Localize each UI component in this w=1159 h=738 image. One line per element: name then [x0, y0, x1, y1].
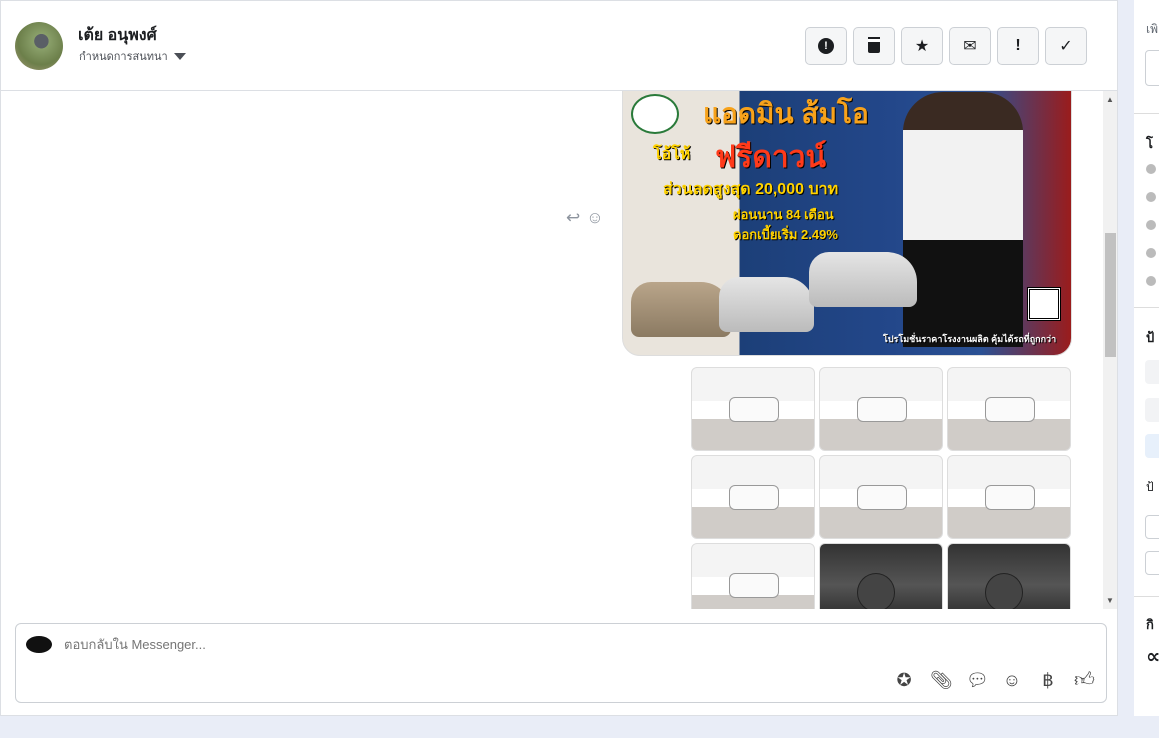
spam-button[interactable]: ! — [805, 27, 847, 65]
star-button[interactable]: ★ — [901, 27, 943, 65]
promo-interest: ดอกเบี้ยเริ่ม 2.49% — [733, 227, 838, 242]
location-icon — [1146, 248, 1156, 258]
car-interior-photo[interactable] — [819, 543, 943, 609]
alert-circle-icon: ! — [818, 38, 834, 54]
panel-heading: โ — [1146, 136, 1153, 151]
reply-input[interactable] — [64, 637, 864, 652]
panel-input[interactable] — [1145, 50, 1159, 86]
panel-input[interactable] — [1145, 515, 1159, 539]
car-photo[interactable] — [691, 543, 815, 609]
check-icon: ✓ — [1059, 38, 1073, 55]
star-icon: ★ — [914, 38, 930, 55]
car-image — [631, 282, 731, 337]
car-photo[interactable] — [691, 455, 815, 539]
panel-label: ป้ — [1146, 480, 1154, 494]
car-image — [719, 277, 814, 332]
car-interior-photo[interactable] — [947, 543, 1071, 609]
car-photo[interactable] — [947, 367, 1071, 451]
emoji-icon[interactable]: ☺ — [1002, 670, 1022, 691]
follow-up-button[interactable]: ! — [997, 27, 1039, 65]
message-list: ↩ ☺ แอดมิน ส้มโอ โอ้โห้ ฟรีดาวน์ ส่วนลดสู… — [1, 91, 1117, 609]
assign-label: กำหนดการสนทนา — [79, 51, 168, 63]
car-image — [809, 252, 917, 307]
contact-name[interactable]: เต้ย อนุพงศ์ — [78, 23, 157, 48]
contact-details-panel: เพิ โ ป้ ป้ กิ ∝ — [1134, 0, 1159, 716]
composer-tools: ✪ 📎︎ 💬︎ ☺ ฿ 👍︎ — [894, 668, 1094, 692]
promo-footer: โปรโมชั่นราคาโรงงานผลิต คุ้มได้รถที่ถูกก… — [883, 334, 1057, 344]
avatar[interactable] — [15, 22, 63, 70]
car-photo[interactable] — [691, 367, 815, 451]
action-toolbar: ! ★ ✉ ! ✓ — [805, 27, 1087, 65]
location-icon — [1146, 276, 1156, 286]
car-photo[interactable] — [819, 367, 943, 451]
activity-icon: ∝ — [1146, 646, 1159, 668]
payment-baht-icon[interactable]: ฿ — [1038, 670, 1058, 691]
page-avatar — [26, 636, 52, 653]
car-photo[interactable] — [819, 455, 943, 539]
conversation-header: เต้ย อนุพงศ์ กำหนดการสนทนา ! ★ ✉ ! ✓ — [1, 1, 1117, 91]
dealer-logo — [631, 94, 679, 134]
panel-label: เพิ — [1146, 22, 1159, 36]
scrollbar-thumb[interactable] — [1105, 233, 1116, 357]
quick-reply-icon[interactable]: 💬︎ — [966, 670, 989, 691]
message-actions: ↩ ☺ — [566, 208, 604, 228]
label-tag[interactable] — [1145, 398, 1159, 422]
photo-grid — [691, 367, 1071, 609]
promo-title: แอดมิน ส้มโอ — [703, 98, 869, 129]
mark-unread-button[interactable]: ✉ — [949, 27, 991, 65]
briefcase-icon — [1146, 192, 1156, 202]
promo-discount: ส่วนลดสูงสุด 20,000 บาท — [663, 181, 839, 198]
qr-code — [1027, 287, 1061, 321]
exclamation-icon: ! — [1015, 37, 1021, 54]
message-scrollbar[interactable]: ▲ ▼ — [1103, 91, 1117, 609]
caret-down-icon — [173, 52, 186, 60]
panel-input[interactable] — [1145, 551, 1159, 575]
label-tag[interactable] — [1145, 360, 1159, 384]
saved-reply-icon[interactable]: ✪ — [894, 670, 914, 691]
promo-free-down: ฟรีดาวน์ — [715, 141, 827, 174]
reply-icon[interactable]: ↩ — [566, 208, 580, 228]
promo-wow: โอ้โห้ — [653, 146, 691, 163]
trash-icon — [868, 39, 880, 53]
graduation-icon — [1146, 220, 1156, 230]
conversation-panel: เต้ย อนุพงศ์ กำหนดการสนทนา ! ★ ✉ ! ✓ ↩ ☺ … — [0, 0, 1118, 716]
panel-heading: กิ — [1146, 617, 1154, 632]
thumbs-up-icon[interactable]: 👍︎ — [1074, 668, 1095, 692]
envelope-icon: ✉ — [963, 38, 977, 55]
attachment-icon[interactable]: 📎︎ — [930, 670, 953, 691]
reply-composer: ✪ 📎︎ 💬︎ ☺ ฿ 👍︎ — [15, 623, 1107, 703]
label-tag[interactable] — [1145, 434, 1159, 458]
delete-button[interactable] — [853, 27, 895, 65]
clock-icon — [1146, 164, 1156, 174]
react-emoji-icon[interactable]: ☺ — [586, 208, 603, 228]
panel-heading: ป้ — [1146, 330, 1155, 345]
promo-installment: ผ่อนนาน 84 เดือน — [733, 207, 834, 222]
scroll-down-icon[interactable]: ▼ — [1106, 596, 1114, 605]
car-photo[interactable] — [947, 455, 1071, 539]
presenter-image — [903, 92, 1023, 347]
scroll-up-icon[interactable]: ▲ — [1106, 95, 1114, 104]
promo-image-message[interactable]: แอดมิน ส้มโอ โอ้โห้ ฟรีดาวน์ ส่วนลดสูงสุ… — [622, 91, 1072, 356]
done-button[interactable]: ✓ — [1045, 27, 1087, 65]
assign-conversation-dropdown[interactable]: กำหนดการสนทนา — [79, 47, 186, 65]
